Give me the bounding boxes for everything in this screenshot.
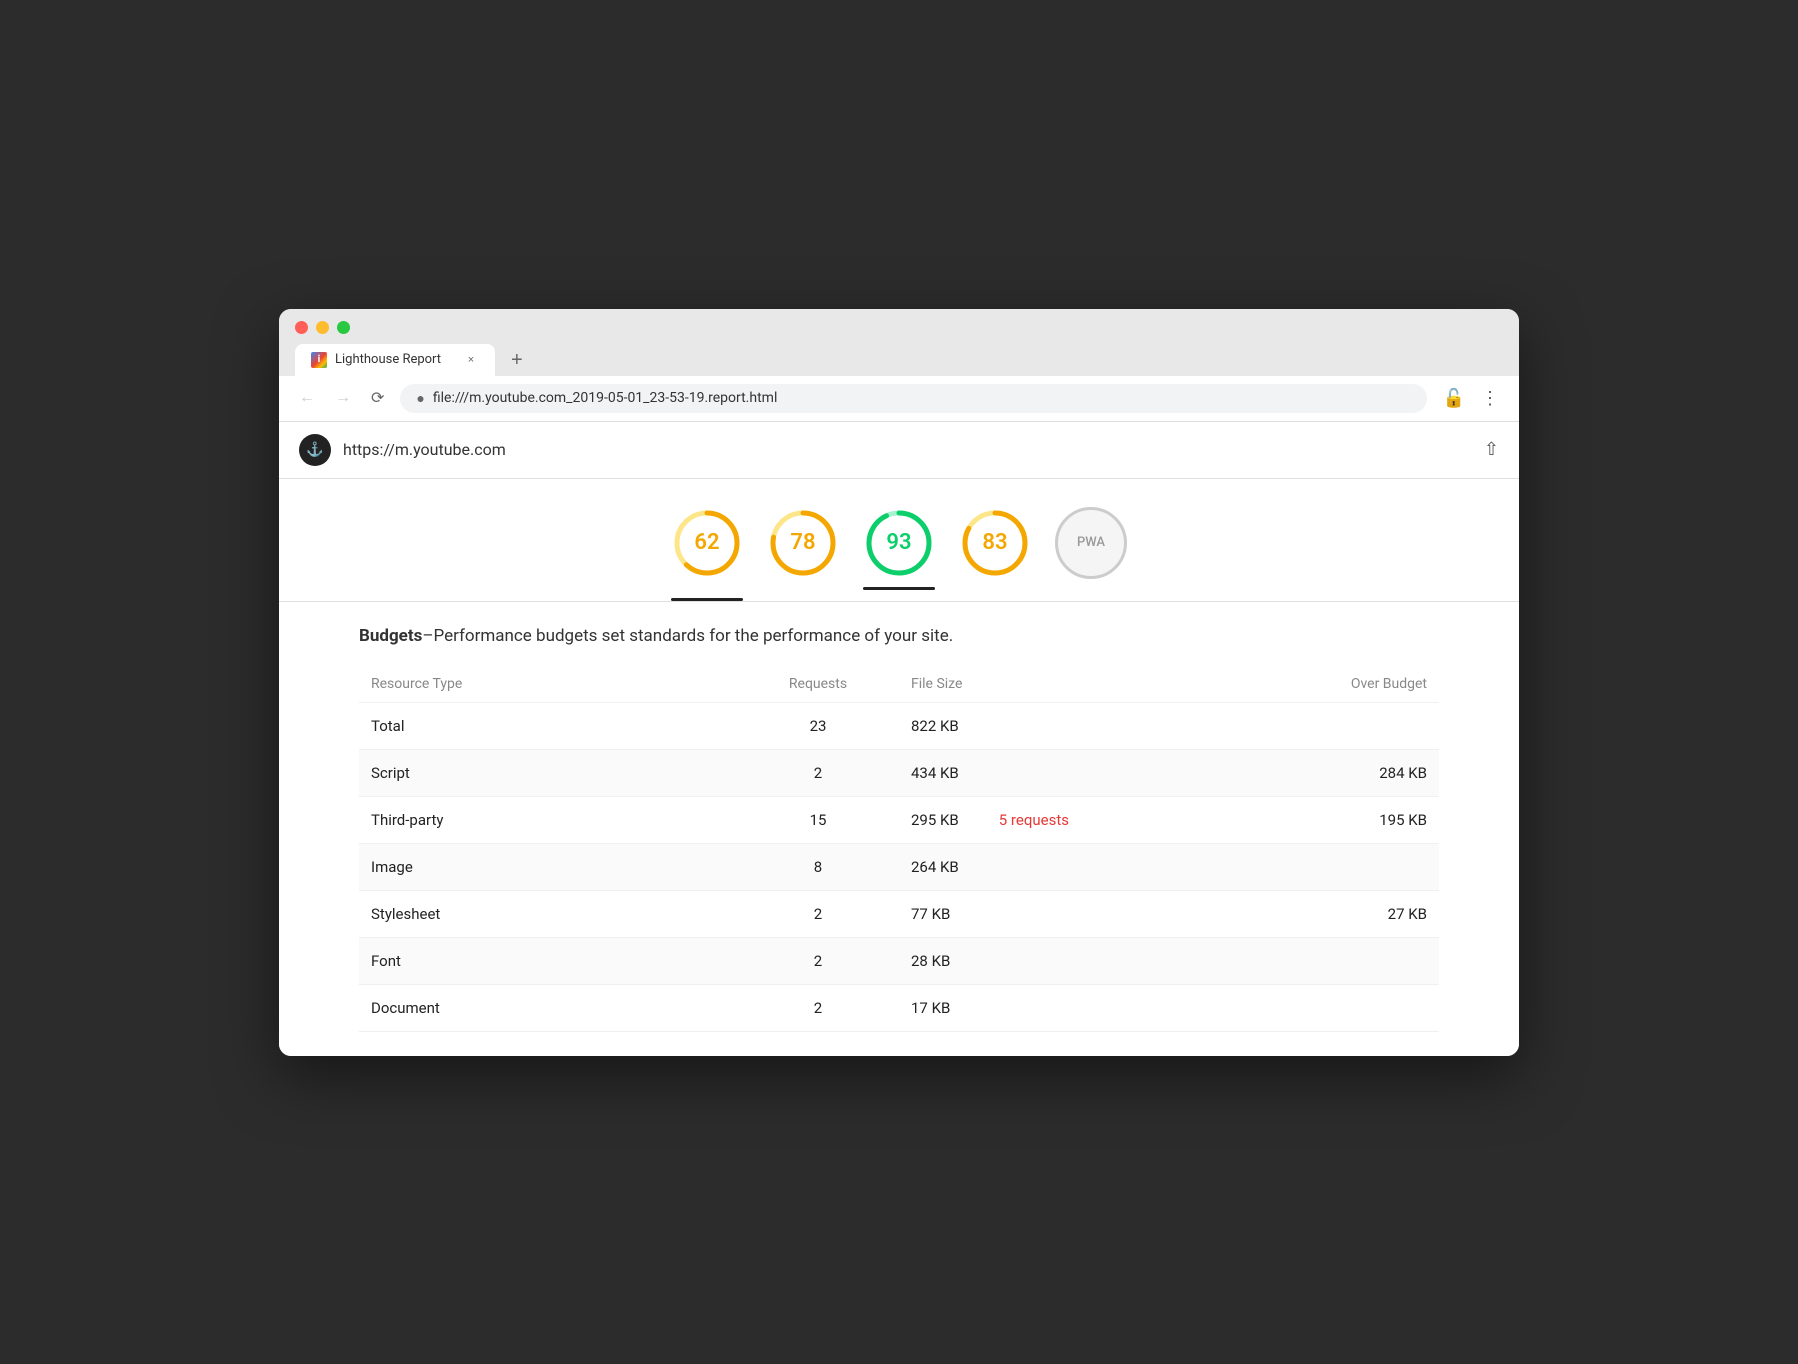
col-header-file-size: File Size [899, 666, 1169, 703]
back-button[interactable]: ← [295, 385, 319, 411]
budgets-table: Resource Type Requests File Size Over Bu… [359, 666, 1439, 1032]
url-bar[interactable]: ● file:///m.youtube.com_2019-05-01_23-53… [400, 384, 1426, 413]
cell-requests: 2 [737, 749, 899, 796]
scores-section: 62 78 [279, 479, 1519, 590]
cell-file-size: 434 KB [899, 749, 1169, 796]
score-value-performance: 62 [694, 530, 719, 555]
cell-requests: 15 [737, 796, 899, 843]
cell-file-size: 17 KB [899, 984, 1169, 1031]
tab-favicon: i [311, 352, 327, 368]
extensions-button[interactable]: 🔓 [1439, 384, 1469, 413]
cell-file-size: 822 KB [899, 702, 1169, 749]
title-bar: i Lighthouse Report × + [279, 309, 1519, 376]
cell-file-size: 28 KB [899, 937, 1169, 984]
tab-title: Lighthouse Report [335, 352, 455, 367]
close-tab-button[interactable]: × [463, 352, 479, 368]
cell-requests: 23 [737, 702, 899, 749]
score-value-seo: 83 [982, 530, 1007, 555]
close-button[interactable] [295, 321, 308, 334]
table-row: Third-party15295 KB5 requests195 KB [359, 796, 1439, 843]
col-header-over-budget: Over Budget [1169, 666, 1439, 703]
page-header-bar: ⚓ https://m.youtube.com ⇧ [279, 422, 1519, 479]
requests-over-budget: 5 requests [999, 811, 1069, 829]
cell-over-budget [1169, 843, 1439, 890]
budgets-title: Budgets–Performance budgets set standard… [359, 626, 1439, 646]
cell-requests: 2 [737, 984, 899, 1031]
score-circle-seo: 83 [959, 507, 1031, 579]
table-row: Document217 KB [359, 984, 1439, 1031]
score-seo[interactable]: 83 [959, 507, 1031, 590]
table-row: Image8264 KB [359, 843, 1439, 890]
cell-file-size: 77 KB [899, 890, 1169, 937]
share-button[interactable]: ⇧ [1484, 439, 1499, 460]
cell-resource-type: Stylesheet [359, 890, 737, 937]
cell-resource-type: Total [359, 702, 737, 749]
tabs-row: i Lighthouse Report × + [295, 344, 1503, 376]
reload-button[interactable]: ⟳ [367, 384, 388, 412]
cell-requests: 2 [737, 890, 899, 937]
score-accessibility[interactable]: 78 [767, 507, 839, 590]
page-content: ⚓ https://m.youtube.com ⇧ 62 [279, 422, 1519, 1056]
site-logo: ⚓ https://m.youtube.com [299, 434, 506, 466]
new-tab-button[interactable]: + [503, 345, 531, 376]
cell-over-budget: 27 KB [1169, 890, 1439, 937]
col-header-requests: Requests [737, 666, 899, 703]
table-header-row: Resource Type Requests File Size Over Bu… [359, 666, 1439, 703]
cell-requests: 2 [737, 937, 899, 984]
budgets-section: Budgets–Performance budgets set standard… [279, 602, 1519, 1056]
cell-resource-type: Third-party [359, 796, 737, 843]
cell-resource-type: Script [359, 749, 737, 796]
table-row: Font228 KB [359, 937, 1439, 984]
cell-over-budget: 195 KB [1169, 796, 1439, 843]
budgets-desc: –Performance budgets set standards for t… [422, 626, 953, 646]
cell-resource-type: Font [359, 937, 737, 984]
lighthouse-icon: ⚓ [299, 434, 331, 466]
score-value-accessibility: 78 [790, 530, 815, 555]
score-performance[interactable]: 62 [671, 507, 743, 590]
cell-requests: 8 [737, 843, 899, 890]
forward-button[interactable]: → [331, 385, 355, 411]
cell-resource-type: Document [359, 984, 737, 1031]
pwa-label: PWA [1077, 535, 1105, 550]
menu-button[interactable]: ⋮ [1477, 384, 1503, 413]
cell-over-budget: 284 KB [1169, 749, 1439, 796]
table-row: Total23822 KB [359, 702, 1439, 749]
cell-file-size: 264 KB [899, 843, 1169, 890]
toolbar-icons: 🔓 ⋮ [1439, 384, 1503, 413]
score-circle-performance: 62 [671, 507, 743, 579]
cell-over-budget [1169, 702, 1439, 749]
maximize-button[interactable] [337, 321, 350, 334]
col-header-resource-type: Resource Type [359, 666, 737, 703]
table-row: Stylesheet277 KB27 KB [359, 890, 1439, 937]
pwa-circle: PWA [1055, 507, 1127, 579]
score-pwa[interactable]: PWA [1055, 507, 1127, 590]
cell-over-budget [1169, 984, 1439, 1031]
active-tab[interactable]: i Lighthouse Report × [295, 344, 495, 376]
score-best-practices[interactable]: 93 [863, 507, 935, 590]
browser-window: i Lighthouse Report × + ← → ⟳ ● file:///… [279, 309, 1519, 1056]
address-bar: ← → ⟳ ● file:///m.youtube.com_2019-05-01… [279, 376, 1519, 422]
security-icon: ● [416, 390, 424, 407]
minimize-button[interactable] [316, 321, 329, 334]
url-text: file:///m.youtube.com_2019-05-01_23-53-1… [433, 390, 1411, 406]
budgets-label: Budgets [359, 626, 422, 646]
cell-resource-type: Image [359, 843, 737, 890]
active-tab-indicator [863, 587, 935, 590]
score-value-best-practices: 93 [886, 530, 911, 555]
score-circle-best-practices: 93 [863, 507, 935, 579]
cell-over-budget [1169, 937, 1439, 984]
score-circle-accessibility: 78 [767, 507, 839, 579]
table-row: Script2434 KB284 KB [359, 749, 1439, 796]
site-url: https://m.youtube.com [343, 440, 506, 459]
cell-file-size: 295 KB5 requests [899, 796, 1169, 843]
window-controls [295, 321, 1503, 334]
